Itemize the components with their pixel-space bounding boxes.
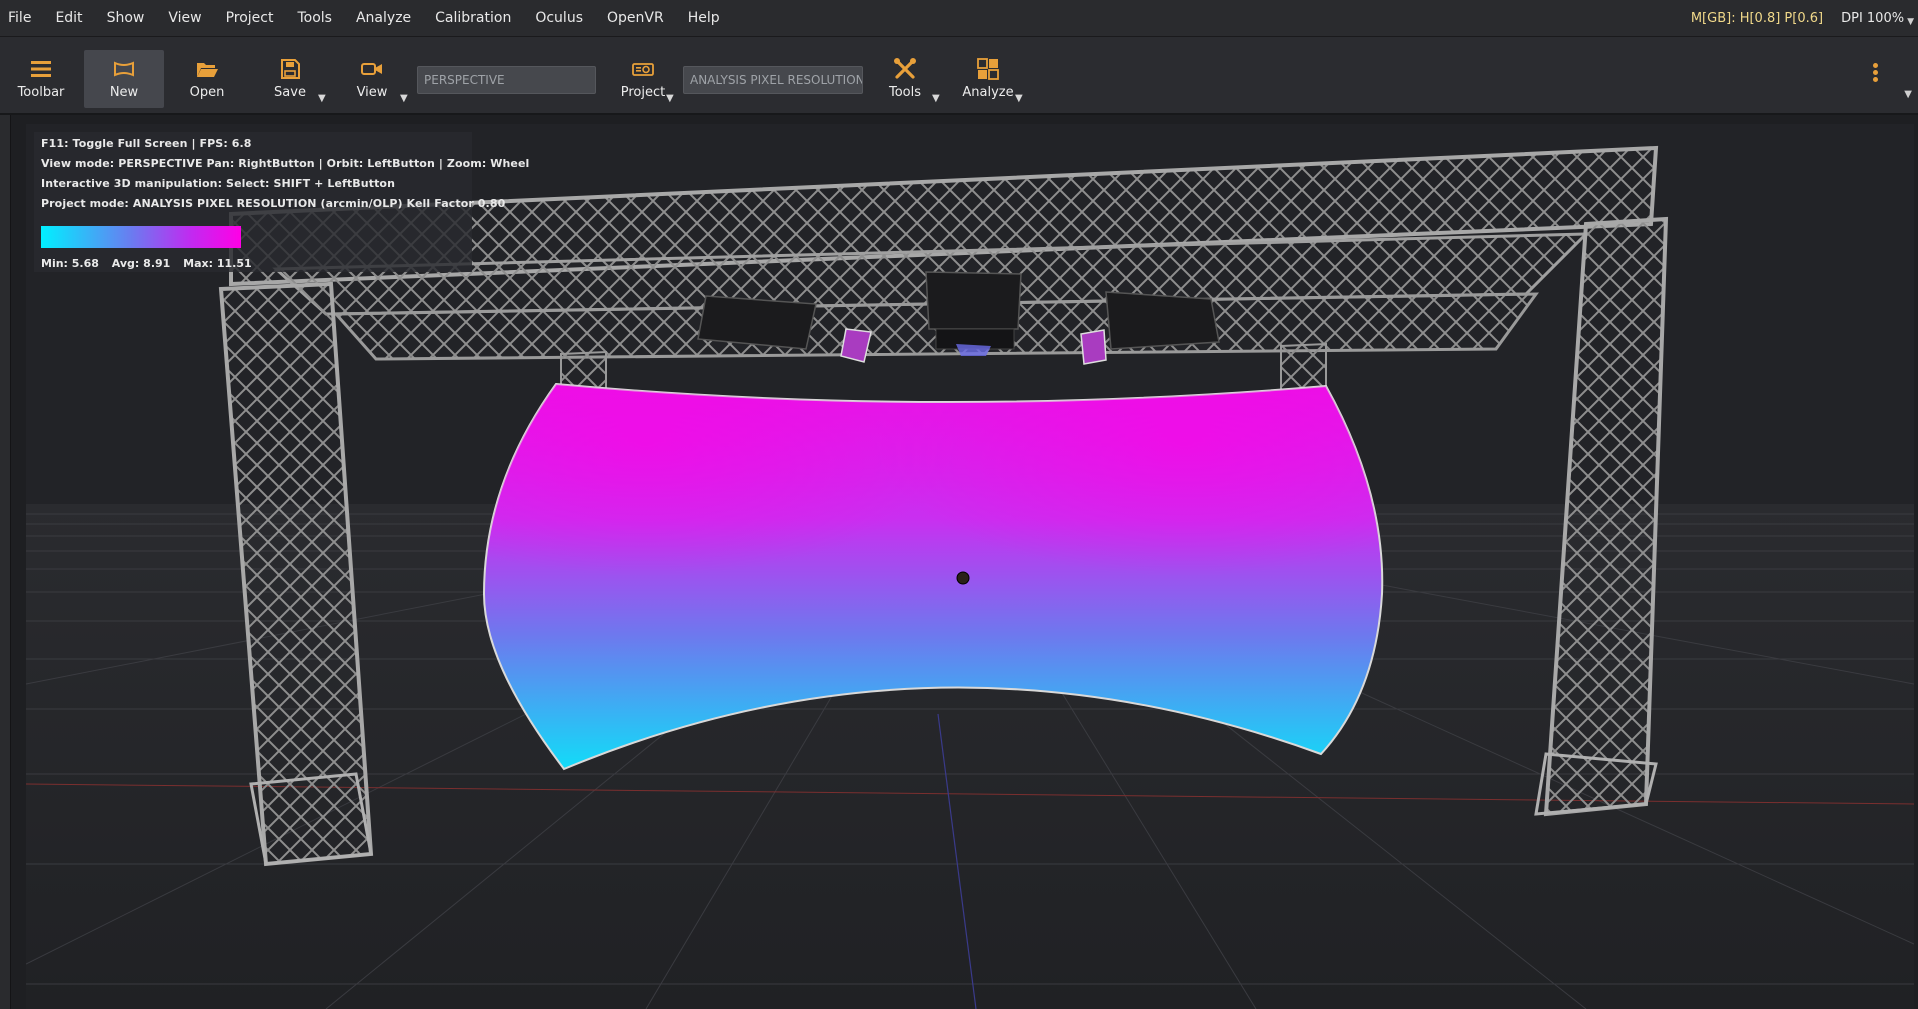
wrench-screwdriver-icon <box>894 58 916 79</box>
menu-bar: File Edit Show View Project Tools Analyz… <box>0 0 1918 37</box>
menu-calibration[interactable]: Calibration <box>423 0 523 36</box>
hamburger-icon <box>31 61 51 77</box>
tools-button[interactable]: Tools <box>872 50 938 108</box>
project-mode-info: Project mode: ANALYSIS PIXEL RESOLUTION … <box>41 197 506 210</box>
save-dropdown-caret-icon[interactable]: ▼ <box>318 93 326 104</box>
menu-show[interactable]: Show <box>95 0 157 36</box>
view-dropdown-caret-icon[interactable]: ▼ <box>400 93 408 104</box>
save-button[interactable]: Save <box>258 50 322 108</box>
view-mode-info: View mode: PERSPECTIVE Pan: RightButton … <box>41 157 530 170</box>
new-button[interactable]: New <box>84 50 164 108</box>
stat-min: Min: 5.68 <box>41 257 99 270</box>
open-label: Open <box>189 85 225 100</box>
status-area: M[GB]: H[0.8] P[0.6] DPI 100% ▼ <box>1691 0 1914 36</box>
analysis-stats: Min: 5.68 Avg: 8.91 Max: 11.51 <box>41 257 261 270</box>
new-screen-icon <box>114 61 134 77</box>
fps-info: F11: Toggle Full Screen | FPS: 6.8 <box>41 137 252 150</box>
more-options-icon[interactable] <box>1869 61 1881 91</box>
video-camera-icon <box>361 63 382 75</box>
tools-label: Tools <box>888 85 922 100</box>
analyze-dropdown-caret-icon[interactable]: ▼ <box>1015 93 1023 104</box>
view-button[interactable]: View <box>340 50 404 108</box>
menu-help[interactable]: Help <box>676 0 732 36</box>
new-label: New <box>109 85 139 100</box>
left-dock-strip[interactable] <box>0 115 11 1009</box>
stat-max: Max: 11.51 <box>183 257 252 270</box>
menu-analyze[interactable]: Analyze <box>344 0 423 36</box>
analyze-button[interactable]: Analyze <box>955 50 1021 108</box>
projector-icon <box>632 63 654 76</box>
info-overlay: F11: Toggle Full Screen | FPS: 6.8 View … <box>34 132 529 272</box>
dpi-selector[interactable]: DPI 100% ▼ <box>1841 10 1914 28</box>
main-toolbar: Toolbar New Open Save ▼ View ▼ PERSPECTI… <box>0 37 1918 115</box>
floppy-disk-icon <box>281 59 300 79</box>
open-button[interactable]: Open <box>172 50 242 108</box>
calculator-icon <box>977 58 999 80</box>
menu-openvr[interactable]: OpenVR <box>595 0 676 36</box>
analyze-label: Analyze <box>962 85 1014 100</box>
view-label: View <box>356 85 388 100</box>
menu-oculus[interactable]: Oculus <box>523 0 595 36</box>
toolbar-overflow-caret-icon[interactable]: ▼ <box>1904 89 1912 100</box>
dpi-label: DPI 100% <box>1841 10 1905 26</box>
menu-file[interactable]: File <box>0 0 43 36</box>
toolbar-toggle-button[interactable]: Toolbar <box>8 50 74 108</box>
project-mode-field[interactable]: ANALYSIS PIXEL RESOLUTION <box>683 66 863 94</box>
save-label: Save <box>274 85 306 100</box>
menu-tools[interactable]: Tools <box>285 0 344 36</box>
chevron-down-icon: ▼ <box>1907 17 1914 27</box>
menu-project[interactable]: Project <box>214 0 286 36</box>
view-mode-field[interactable]: PERSPECTIVE <box>417 66 596 94</box>
project-dropdown-caret-icon[interactable]: ▼ <box>666 93 674 104</box>
folder-open-icon <box>197 63 218 77</box>
color-scale-bar <box>41 226 241 248</box>
project-label: Project <box>620 85 666 100</box>
menu-view[interactable]: View <box>156 0 213 36</box>
menu-edit[interactable]: Edit <box>43 0 94 36</box>
3d-viewport[interactable]: F11: Toggle Full Screen | FPS: 6.8 View … <box>26 124 1914 1009</box>
tools-dropdown-caret-icon[interactable]: ▼ <box>932 93 940 104</box>
toolbar-toggle-label: Toolbar <box>17 85 65 100</box>
stat-avg: Avg: 8.91 <box>111 257 171 270</box>
memory-readout: M[GB]: H[0.8] P[0.6] <box>1690 10 1824 26</box>
manipulation-info: Interactive 3D manipulation: Select: SHI… <box>41 177 396 190</box>
